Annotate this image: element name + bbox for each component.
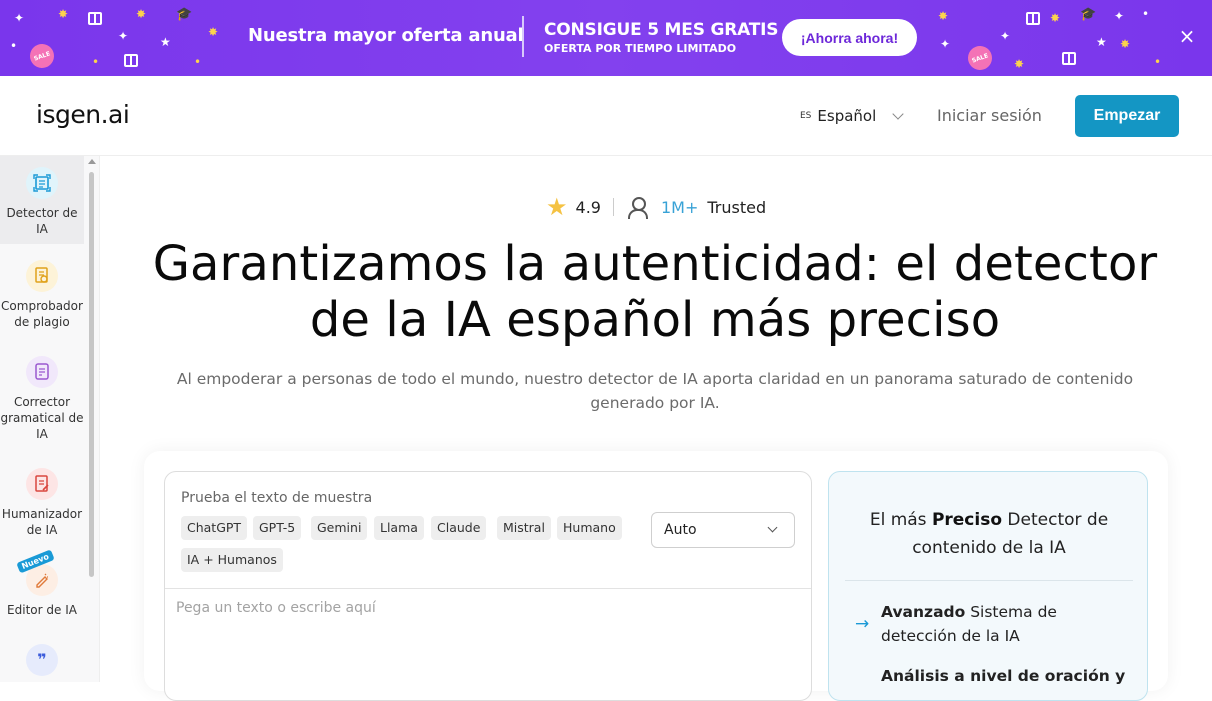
trusted-count: 1M+ (660, 197, 699, 217)
scrollbar-thumb[interactable] (89, 172, 94, 577)
star-icon: ★ (160, 35, 171, 49)
star-icon: ✦ (1000, 29, 1011, 43)
page-subtitle: Al empoderar a personas de todo el mundo… (176, 370, 1134, 412)
sidebar-item-label: Comprobador de plagio (1, 299, 83, 329)
site-header: isgen.ai ES Español Iniciar sesión Empez… (0, 76, 1212, 156)
divider (165, 588, 811, 589)
sample-text-label: Prueba el texto de muestra (181, 490, 373, 506)
language-name: Español (817, 107, 877, 125)
star-icon: ✸ (1050, 11, 1061, 25)
gift-icon (88, 12, 102, 25)
ai-detector-icon (26, 167, 58, 199)
sample-chip-ia-humanos[interactable]: IA + Humanos (181, 548, 283, 572)
banner-offer: CONSIGUE 5 MES GRATIS OFERTA POR TIEMPO … (544, 20, 779, 55)
sidebar-item-label: Detector de IA (6, 206, 78, 236)
sample-chip-gemini[interactable]: Gemini (311, 516, 368, 540)
star-icon: ✸ (58, 7, 69, 21)
graduation-cap-icon: 🎓 (176, 7, 193, 22)
scroll-up-icon[interactable] (88, 159, 96, 164)
banner-offer-sub: OFERTA POR TIEMPO LIMITADO (544, 42, 737, 55)
login-link[interactable]: Iniciar sesión (937, 106, 1042, 125)
language-selector[interactable]: ES Español (800, 107, 904, 125)
chevron-down-icon (767, 522, 778, 533)
rating-score: 4.9 (575, 197, 601, 217)
graduation-cap-icon: 🎓 (1080, 7, 1097, 22)
info-title-pre: El más (869, 510, 932, 530)
sidebar-item-label: Corrector gramatical de IA (0, 395, 84, 441)
quote-icon: ❞ (26, 644, 58, 676)
sale-badge-icon: SALE (964, 42, 996, 74)
feature-item: Avanzado Sistema de detección de la IA (881, 600, 1131, 648)
promo-banner: ✦ ✸ • ✦ ✸ ★ 🎓 ✸ • • SALE ✦ ✸ ✦ ✸ 🎓 ★ ✸ ✦… (0, 0, 1212, 76)
model-select-value: Auto (664, 522, 697, 538)
sidebar: Detector de IA Comprobador de plagio Cor… (0, 156, 100, 682)
sale-badge-icon: SALE (26, 40, 58, 72)
star-icon: ✦ (940, 37, 951, 51)
detector-input-card: Prueba el texto de muestra ChatGPT GPT-5… (164, 471, 812, 701)
star-icon: ✦ (118, 29, 129, 43)
sample-chip-claude[interactable]: Claude (431, 516, 487, 540)
star-icon: ★ (546, 193, 568, 221)
user-gear-icon (627, 196, 652, 219)
humanizer-icon (26, 468, 58, 500)
gift-icon (1062, 52, 1076, 65)
start-button[interactable]: Empezar (1075, 95, 1179, 137)
sidebar-item-plagiarism[interactable]: Comprobador de plagio (0, 260, 84, 344)
chevron-down-icon (892, 108, 904, 120)
star-icon: • (194, 55, 202, 69)
rating-row: ★ 4.9 1M+ Trusted (546, 193, 767, 221)
star-icon: ✸ (1014, 57, 1025, 71)
divider (612, 198, 614, 216)
star-icon: ✦ (14, 11, 25, 25)
banner-save-button[interactable]: ¡Ahorra ahora! (782, 19, 917, 56)
text-input[interactable] (176, 600, 796, 690)
star-icon: • (92, 55, 100, 69)
star-icon: ✸ (136, 7, 147, 21)
sidebar-item-editor[interactable]: Editor de IA (0, 564, 84, 632)
info-title: El más Preciso Detector de contenido de … (841, 506, 1137, 562)
banner-offer-main: CONSIGUE 5 MES GRATIS (544, 20, 779, 40)
language-code: ES (800, 111, 812, 121)
gift-icon (1026, 12, 1040, 25)
plagiarism-icon (26, 260, 58, 292)
star-icon: ✸ (1120, 37, 1131, 51)
star-icon: ★ (1096, 35, 1107, 49)
feature-item: Análisis a nivel de oración y (881, 667, 1126, 685)
model-select[interactable]: Auto (651, 512, 795, 548)
divider (845, 580, 1133, 581)
sidebar-item-quote[interactable]: ❞ (0, 644, 84, 684)
arrow-right-icon: → (855, 614, 870, 634)
info-card: El más Preciso Detector de contenido de … (828, 471, 1148, 701)
banner-title: Nuestra mayor oferta anual (248, 25, 524, 46)
star-icon: • (1142, 7, 1150, 21)
feature-bold: Avanzado (881, 603, 966, 621)
info-title-bold: Preciso (931, 510, 1003, 530)
sidebar-item-label: Humanizador de IA (1, 507, 83, 537)
sidebar-item-grammar[interactable]: Corrector gramatical de IA (0, 356, 84, 448)
sidebar-scrollbar[interactable] (87, 156, 97, 682)
sample-chip-mistral[interactable]: Mistral (497, 516, 551, 540)
sample-chip-gpt5[interactable]: GPT-5 (253, 516, 302, 540)
star-icon: ✸ (938, 9, 949, 23)
banner-divider (522, 16, 524, 57)
trusted-label: Trusted (707, 197, 767, 217)
gift-icon (124, 54, 138, 67)
close-icon[interactable]: × (1178, 26, 1196, 46)
page-title: Garantizamos la autenticidad: el detecto… (152, 236, 1158, 348)
grammar-icon (26, 356, 58, 388)
sidebar-item-label: Editor de IA (7, 603, 77, 617)
star-icon: ✦ (1114, 9, 1125, 23)
sidebar-item-humanizer[interactable]: Humanizador de IA (0, 468, 84, 544)
sample-chip-chatgpt[interactable]: ChatGPT (181, 516, 248, 540)
logo[interactable]: isgen.ai (36, 100, 130, 129)
star-icon: ✸ (208, 25, 219, 39)
star-icon: • (10, 39, 18, 53)
sample-chip-humano[interactable]: Humano (557, 516, 622, 540)
sidebar-item-ai-detector[interactable]: Detector de IA (0, 156, 84, 244)
sample-chip-llama[interactable]: Llama (374, 516, 424, 540)
star-icon: • (1154, 55, 1162, 69)
